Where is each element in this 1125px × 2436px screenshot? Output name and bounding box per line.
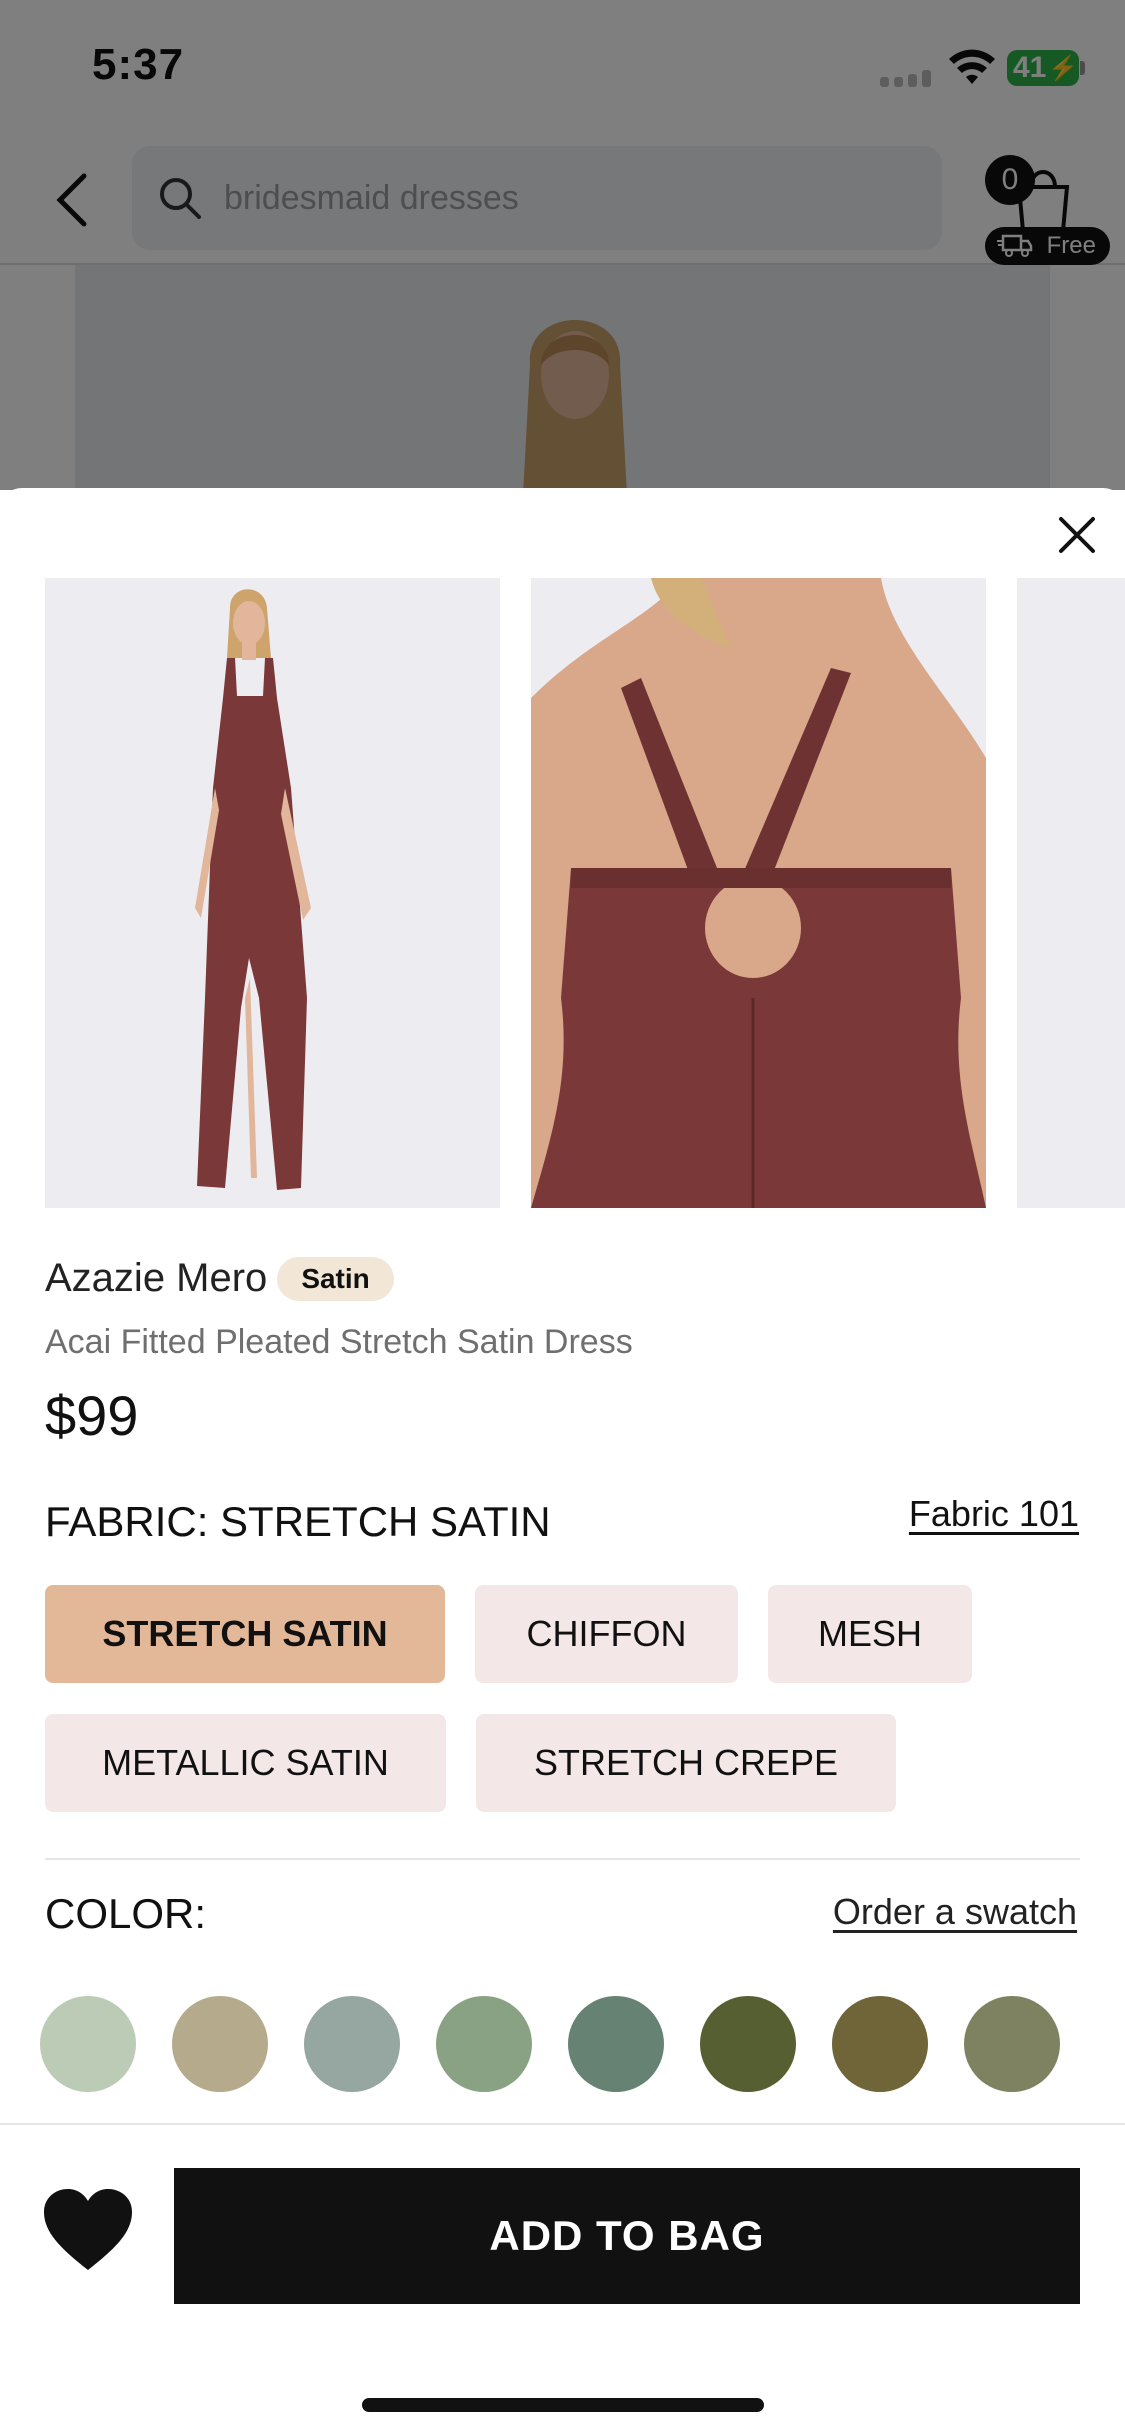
product-image-back[interactable]: [531, 578, 986, 1208]
close-icon[interactable]: [1055, 513, 1099, 557]
fabric-label: FABRIC: STRETCH SATIN: [45, 1498, 551, 1545]
product-name: Acai Fitted Pleated Stretch Satin Dress: [45, 1323, 633, 1361]
fabric-option-stretch-satin[interactable]: STRETCH SATIN: [45, 1585, 445, 1683]
product-image-front[interactable]: [45, 578, 500, 1208]
fabric-101-link[interactable]: Fabric 101: [909, 1493, 1079, 1535]
color-swatch[interactable]: [832, 1996, 928, 2092]
section-divider: [45, 1858, 1080, 1860]
add-to-bag-button[interactable]: ADD TO BAG: [174, 2168, 1080, 2304]
fabric-badge: Satin: [277, 1256, 394, 1301]
fabric-option-chiffon[interactable]: CHIFFON: [475, 1585, 738, 1683]
brand-name: Azazie Mero: [45, 1256, 268, 1300]
color-swatch[interactable]: [40, 1996, 136, 2092]
heart-icon[interactable]: [40, 2186, 136, 2274]
color-swatch[interactable]: [172, 1996, 268, 2092]
color-label: COLOR:: [45, 1890, 207, 1937]
dim-overlay[interactable]: [0, 0, 1125, 490]
color-swatch[interactable]: [964, 1996, 1060, 2092]
color-swatch[interactable]: [700, 1996, 796, 2092]
brand-row: Azazie Mero Satin: [45, 1256, 394, 1301]
color-swatch[interactable]: [436, 1996, 532, 2092]
product-image-third[interactable]: [1017, 578, 1125, 1208]
product-price: $99: [45, 1384, 139, 1447]
home-indicator: [362, 2398, 764, 2412]
background-page: 5:37 41 ⚡ bridesmaid dresses: [0, 0, 1125, 490]
order-swatch-link[interactable]: Order a swatch: [833, 1891, 1077, 1933]
footer-divider: [0, 2123, 1125, 2125]
color-swatch[interactable]: [304, 1996, 400, 2092]
fabric-option-metallic-satin[interactable]: METALLIC SATIN: [45, 1714, 446, 1812]
fabric-option-stretch-crepe[interactable]: STRETCH CREPE: [476, 1714, 896, 1812]
product-image-gallery[interactable]: [45, 578, 1125, 1208]
color-swatch[interactable]: [568, 1996, 664, 2092]
product-quick-view-sheet: Azazie Mero Satin Acai Fitted Pleated St…: [0, 488, 1125, 2436]
fabric-option-mesh[interactable]: MESH: [768, 1585, 972, 1683]
